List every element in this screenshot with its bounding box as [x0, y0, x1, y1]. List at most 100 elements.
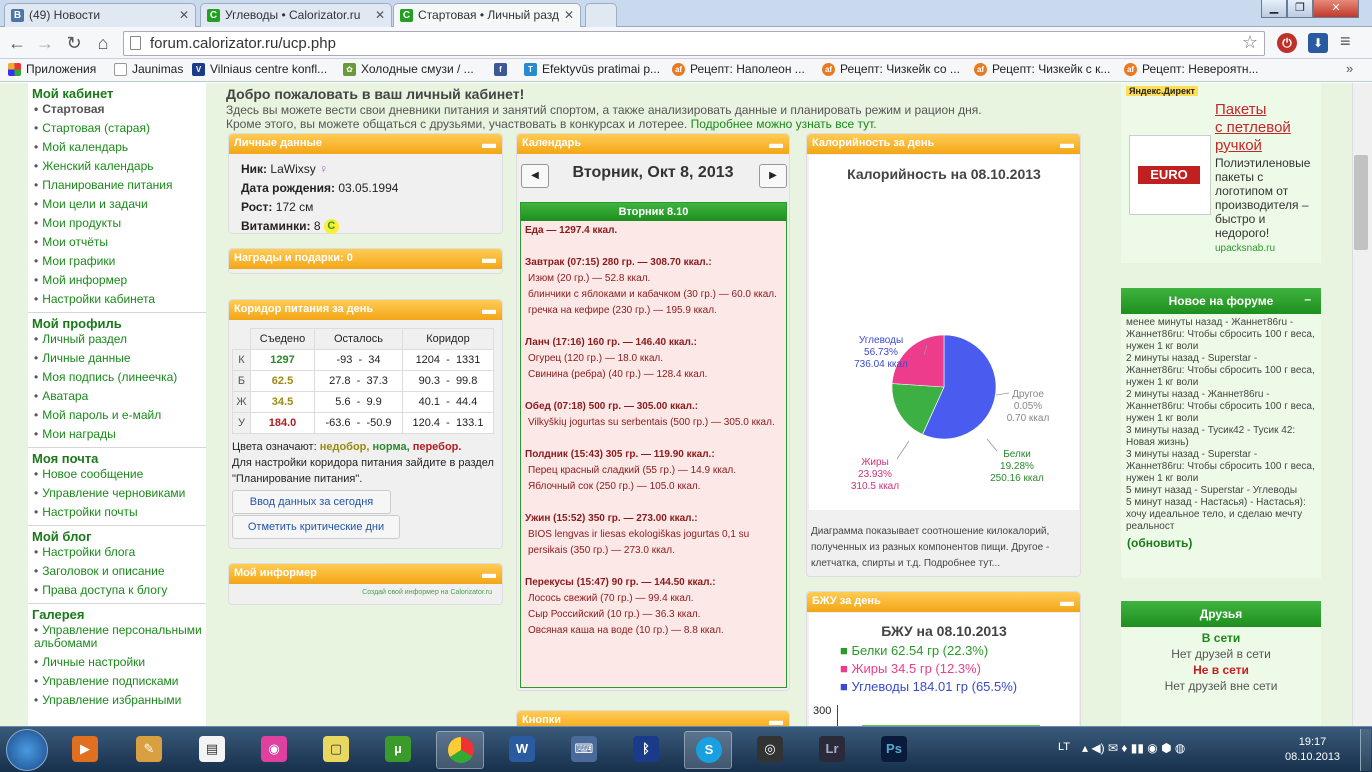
minimize-icon[interactable]: ▬: [769, 712, 783, 726]
nav-item[interactable]: • Мой календарь: [34, 141, 206, 154]
taskbar-media-player[interactable]: ▶: [61, 731, 109, 769]
forum-entry[interactable]: 5 минут назад - Superstar - Углеводы: [1126, 485, 1316, 497]
start-button[interactable]: [6, 729, 48, 771]
taskbar-camera[interactable]: ◎: [746, 731, 794, 769]
taskbar-paint[interactable]: ✎: [125, 731, 173, 769]
forum-entry[interactable]: 5 минут назад - Настасья) - Настасья): х…: [1126, 497, 1316, 533]
more-info-link[interactable]: Подробнее можно узнать все тут.: [691, 117, 877, 131]
taskbar-photoshop[interactable]: Ps: [870, 731, 918, 769]
nav-item[interactable]: • Мой информер: [34, 274, 206, 287]
meal-title[interactable]: Ланч (17:16) 160 гр. — 146.40 ккал.:: [525, 335, 782, 351]
nav-item[interactable]: • Личный раздел: [34, 333, 206, 346]
taskbar-utorrent[interactable]: µ: [374, 731, 422, 769]
minimize-icon[interactable]: ▬: [482, 135, 496, 151]
taskbar-sticky[interactable]: ▢: [312, 731, 360, 769]
bookmark-apps[interactable]: Приложения: [8, 62, 96, 76]
home-icon[interactable]: ⌂: [92, 33, 114, 53]
taskbar-bluetooth[interactable]: ᛒ: [622, 731, 670, 769]
nav-section-title[interactable]: Мой профиль: [32, 316, 206, 331]
taskbar-keyboard[interactable]: ⌨: [560, 731, 608, 769]
forum-entry[interactable]: 3 минуты назад - Тусик42 - Тусик 42: Нов…: [1126, 425, 1316, 449]
forum-entry[interactable]: менее минуты назад - Жаннет86ru - Жаннет…: [1126, 317, 1316, 353]
nav-item[interactable]: • Управление персональными альбомами: [34, 624, 206, 650]
bookmark-smoothies[interactable]: ✿ Холодные смузи / ...: [343, 62, 474, 76]
taskbar-skype[interactable]: S: [684, 731, 732, 769]
nav-item[interactable]: • Управление черновиками: [34, 487, 206, 500]
minimize-button[interactable]: ▁: [1261, 0, 1287, 18]
bookmark-jaunimas[interactable]: Jaunimas: [114, 62, 183, 76]
nav-section-title[interactable]: Галерея: [32, 607, 206, 622]
nav-item[interactable]: • Женский календарь: [34, 160, 206, 173]
taskbar-lightroom[interactable]: Lr: [808, 731, 856, 769]
maximize-button[interactable]: ❐: [1287, 0, 1313, 18]
address-bar[interactable]: forum.calorizator.ru/ucp.php ☆: [123, 31, 1265, 56]
menu-icon[interactable]: ≡: [1340, 31, 1351, 52]
tab-uglevody[interactable]: C Углеводы • Calorizator.ru ✕: [200, 3, 392, 27]
close-icon[interactable]: ✕: [564, 8, 574, 22]
taskbar-notepad[interactable]: ▤: [188, 731, 236, 769]
nav-section-title[interactable]: Мой кабинет: [32, 86, 206, 101]
minimize-icon[interactable]: ▬: [769, 135, 783, 151]
meal-title[interactable]: Ужин (15:52) 350 гр. — 273.00 ккал.:: [525, 511, 782, 527]
nav-item[interactable]: • Настройки блога: [34, 546, 206, 559]
nav-item[interactable]: • Личные данные: [34, 352, 206, 365]
back-icon[interactable]: ←: [6, 33, 28, 53]
meal-title[interactable]: Обед (07:18) 500 гр. — 305.00 ккал.:: [525, 399, 782, 415]
minimize-icon[interactable]: ▬: [1060, 593, 1074, 609]
reload-icon[interactable]: ↻: [63, 33, 85, 53]
nav-item[interactable]: • Планирование питания: [34, 179, 206, 192]
close-icon[interactable]: ✕: [179, 8, 189, 22]
minimize-icon[interactable]: ▬: [482, 565, 496, 581]
nav-item[interactable]: • Аватара: [34, 390, 206, 403]
forum-entry[interactable]: 2 минуты назад - Жаннет86ru - Жаннет86ru…: [1126, 389, 1316, 425]
nav-item[interactable]: • Стартовая (старая): [34, 122, 206, 135]
minimize-icon[interactable]: –: [1304, 292, 1311, 306]
nav-item[interactable]: • Мой пароль и е-майл: [34, 409, 206, 422]
meal-title[interactable]: Полдник (15:43) 305 гр. — 119.90 ккал.:: [525, 447, 782, 463]
nav-item[interactable]: • Мои продукты: [34, 217, 206, 230]
ad-image[interactable]: EURO: [1129, 135, 1211, 215]
nav-section-title[interactable]: Моя почта: [32, 451, 206, 466]
nav-item[interactable]: • Заголовок и описание: [34, 565, 206, 578]
nav-item[interactable]: • Новое сообщение: [34, 468, 206, 481]
nav-section-title[interactable]: Мой блог: [32, 529, 206, 544]
minimize-icon[interactable]: ▬: [482, 250, 496, 266]
nav-item[interactable]: • Мои графики: [34, 255, 206, 268]
clock[interactable]: 19:17 08.10.2013: [1285, 735, 1340, 765]
meal-title[interactable]: Завтрак (07:15) 280 гр. — 308.70 ккал.:: [525, 255, 782, 271]
language-indicator[interactable]: LT: [1058, 741, 1070, 753]
minimize-icon[interactable]: ▬: [1060, 135, 1074, 151]
prev-day-button[interactable]: ◀: [521, 164, 549, 188]
bookmark-efektyvus[interactable]: T Efektyvūs pratimai p...: [524, 62, 660, 76]
nav-item[interactable]: • Управление избранными: [34, 694, 206, 707]
new-tab-button[interactable]: [585, 3, 617, 27]
show-desktop-button[interactable]: [1360, 729, 1371, 771]
minimize-icon[interactable]: ▬: [482, 301, 496, 317]
nav-item[interactable]: • Личные настройки: [34, 656, 206, 669]
adblock-icon[interactable]: ⏻: [1277, 33, 1297, 53]
taskbar-chrome[interactable]: [436, 731, 484, 769]
meal-title[interactable]: Перекусы (15:47) 90 гр. — 144.50 ккал.:: [525, 575, 782, 591]
nav-item[interactable]: • Мои награды: [34, 428, 206, 441]
bookmark-neveroyatn[interactable]: af Рецепт: Невероятн...: [1124, 62, 1258, 76]
forward-icon[interactable]: →: [34, 33, 56, 53]
taskbar-picasa[interactable]: ◉: [250, 731, 298, 769]
nav-item[interactable]: • Моя подпись (линеечка): [34, 371, 206, 384]
forum-entry[interactable]: 3 минуты назад - Superstar - Жаннет86ru:…: [1126, 449, 1316, 485]
nav-item[interactable]: • Мои цели и задачи: [34, 198, 206, 211]
mark-critical-days-button[interactable]: Отметить критические дни: [232, 515, 400, 539]
close-icon[interactable]: ✕: [375, 8, 385, 22]
bookmark-napoleon[interactable]: af Рецепт: Наполеон ...: [672, 62, 805, 76]
tab-news[interactable]: В (49) Новости ✕: [4, 3, 196, 27]
next-day-button[interactable]: ▶: [759, 164, 787, 188]
star-icon[interactable]: ☆: [1242, 32, 1258, 53]
forum-refresh-link[interactable]: (обновить): [1121, 536, 1321, 550]
window-close-button[interactable]: ✕: [1313, 0, 1359, 18]
bookmark-vilniaus[interactable]: V Vilniaus centre konfl...: [192, 62, 327, 76]
nav-item[interactable]: • Права доступа к блогу: [34, 584, 206, 597]
scrollbar-thumb[interactable]: [1354, 155, 1368, 250]
download-icon[interactable]: ⬇: [1308, 33, 1328, 53]
forum-entry[interactable]: 2 минуты назад - Superstar - Жаннет86ru:…: [1126, 353, 1316, 389]
more-bookmarks-icon[interactable]: »: [1346, 61, 1353, 76]
nav-item[interactable]: • Мои отчёты: [34, 236, 206, 249]
